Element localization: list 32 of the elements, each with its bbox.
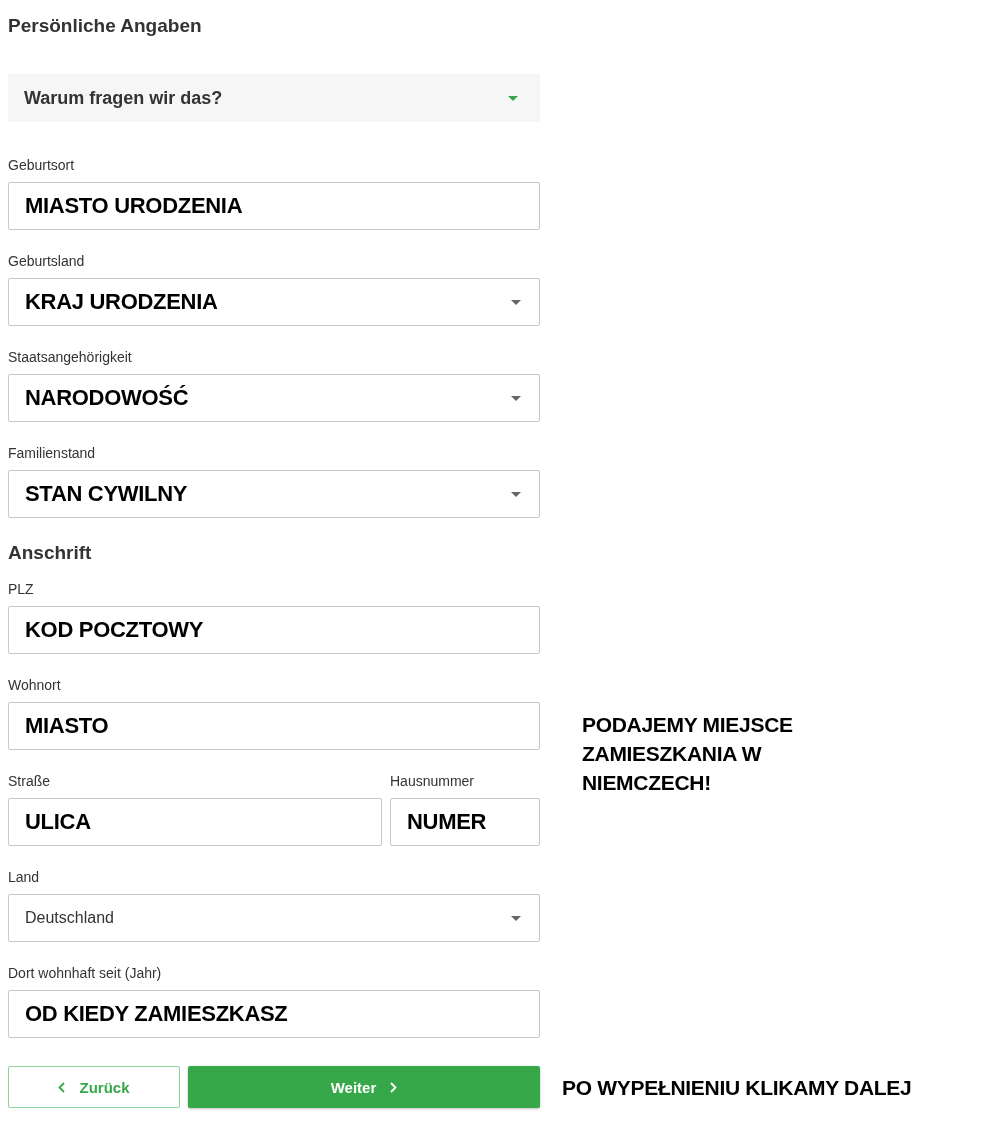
caret-icon xyxy=(511,299,521,305)
field-label: Land xyxy=(8,868,41,886)
input-field[interactable]: MIASTO xyxy=(8,702,540,750)
field-label: Staatsangehörigkeit xyxy=(8,348,133,366)
chevron-right-icon xyxy=(390,1081,398,1093)
accordion-header[interactable]: Warum fragen wir das? xyxy=(8,74,540,122)
caret-icon xyxy=(511,491,521,497)
annotation-text: PO WYPEŁNIENIU KLIKAMY DALEJ xyxy=(562,1074,912,1101)
annotation-text: PODAJEMY MIEJSCE ZAMIESZKANIA W NIEMCZECH! xyxy=(582,712,794,796)
caret-icon xyxy=(508,95,518,101)
section-title: Persönliche Angaben xyxy=(8,14,203,38)
caret-icon xyxy=(511,395,521,401)
field-label: PLZ xyxy=(8,580,35,598)
input-field[interactable]: MIASTO URODZENIA xyxy=(8,182,540,230)
input-field[interactable]: OD KIEDY ZAMIESZKASZ xyxy=(8,990,540,1038)
select-field[interactable]: Deutschland xyxy=(8,894,540,942)
select-field[interactable]: KRAJ URODZENIA xyxy=(8,278,540,326)
field-label: Wohnort xyxy=(8,676,62,694)
select-field[interactable]: STAN CYWILNY xyxy=(8,470,540,518)
input-field[interactable]: ULICA xyxy=(8,798,382,846)
field-label: Geburtsland xyxy=(8,252,86,270)
caret-icon xyxy=(511,915,521,921)
section-heading: Anschrift xyxy=(8,542,93,564)
field-label: Straße xyxy=(8,772,51,790)
select-field[interactable]: NARODOWOŚĆ xyxy=(8,374,540,422)
field-label: Hausnummer xyxy=(390,772,476,790)
chevron-left-icon xyxy=(58,1081,66,1093)
field-label: Geburtsort xyxy=(8,156,76,174)
field-label: Dort wohnhaft seit (Jahr) xyxy=(8,964,163,982)
field-label: Familienstand xyxy=(8,444,97,462)
input-field[interactable]: KOD POCZTOWY xyxy=(8,606,540,654)
input-field[interactable]: NUMER xyxy=(390,798,540,846)
